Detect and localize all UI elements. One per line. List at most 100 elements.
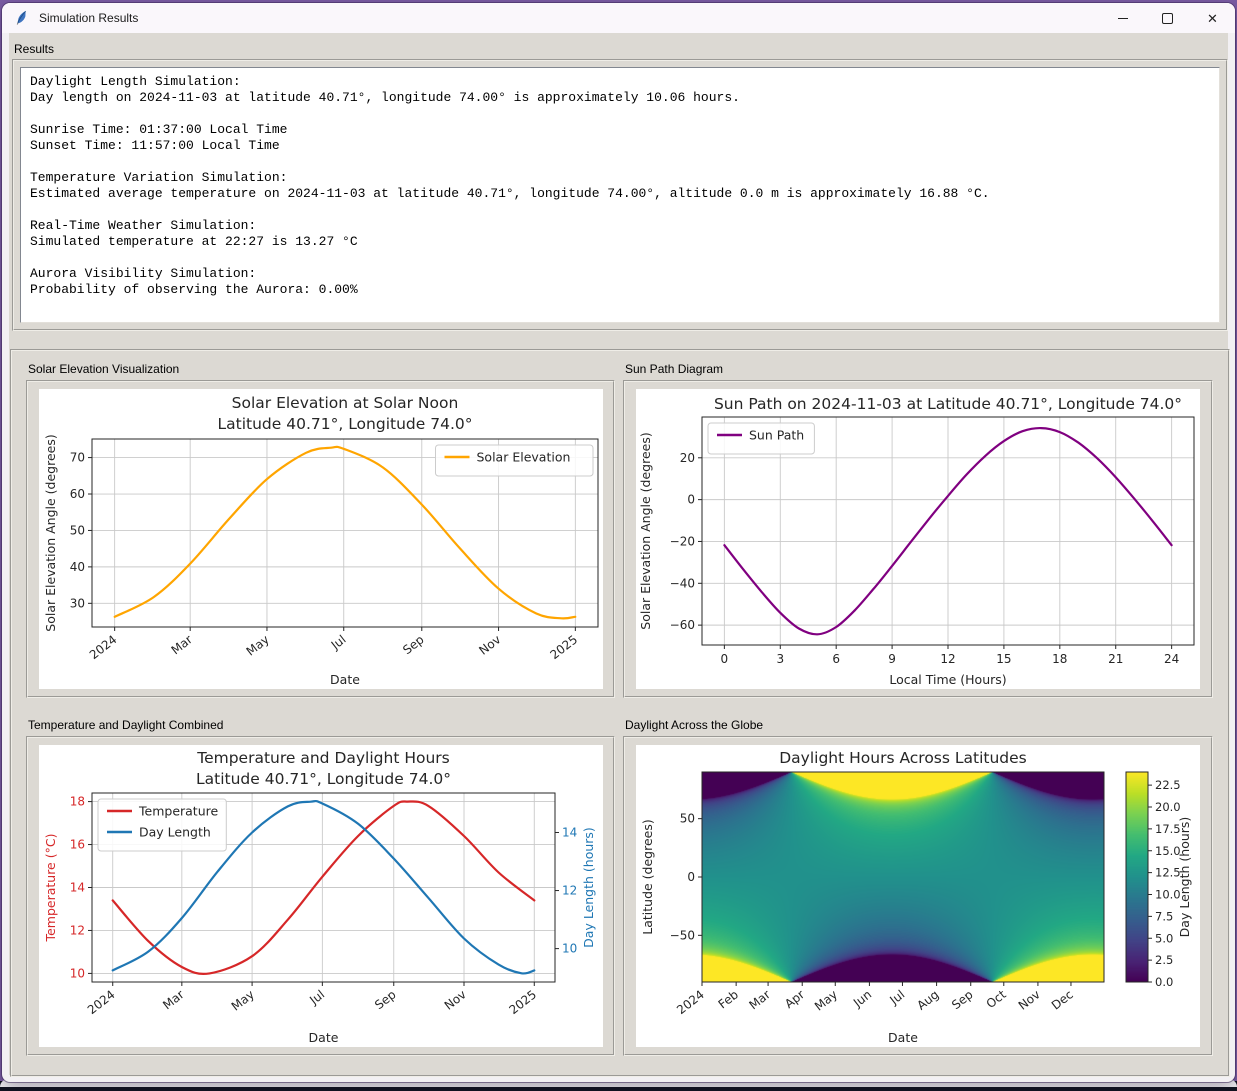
svg-text:0: 0	[721, 652, 729, 666]
svg-text:Solar Elevation: Solar Elevation	[477, 450, 571, 465]
close-icon: ✕	[1207, 12, 1218, 25]
quadrant-sun-path: 03691215182124200−20−40−60Sun Path on 20…	[623, 380, 1213, 698]
svg-text:Mar: Mar	[169, 632, 196, 657]
svg-text:15.0: 15.0	[1155, 844, 1181, 858]
svg-text:14: 14	[70, 881, 85, 895]
svg-text:2025: 2025	[547, 632, 580, 662]
svg-text:Sep: Sep	[372, 987, 398, 1012]
svg-text:Solar Elevation Angle (degrees: Solar Elevation Angle (degrees)	[638, 432, 653, 629]
svg-text:Latitude 40.71°, Longitude 74.: Latitude 40.71°, Longitude 74.0°	[218, 415, 473, 433]
svg-text:0.0: 0.0	[1155, 975, 1173, 989]
close-button[interactable]: ✕	[1190, 3, 1235, 33]
quadrant-temp-daylight: 2024MarMayJulSepNov20251012141618101214T…	[26, 736, 615, 1056]
svg-text:Mar: Mar	[160, 987, 187, 1012]
svg-text:Day Length (hours): Day Length (hours)	[1177, 817, 1192, 938]
svg-text:Date: Date	[309, 1030, 339, 1045]
minimize-icon	[1118, 18, 1128, 19]
svg-text:Jul: Jul	[306, 987, 327, 1008]
svg-text:May: May	[244, 632, 272, 658]
quadrant-caption-solar-elevation: Solar Elevation Visualization	[28, 362, 179, 376]
figure-sun-path: 03691215182124200−20−40−60Sun Path on 20…	[636, 389, 1200, 689]
svg-text:Temperature and Daylight Hours: Temperature and Daylight Hours	[196, 749, 450, 767]
app-window: Simulation Results ✕ Results Daylight Le…	[2, 3, 1235, 1082]
figure-temp-daylight: 2024MarMayJulSepNov20251012141618101214T…	[39, 745, 603, 1047]
svg-text:15: 15	[996, 652, 1011, 666]
svg-text:40: 40	[70, 560, 85, 574]
svg-text:30: 30	[70, 596, 85, 610]
svg-text:Solar Elevation at Solar Noon: Solar Elevation at Solar Noon	[232, 394, 459, 412]
svg-text:2.5: 2.5	[1155, 953, 1173, 967]
svg-text:2024: 2024	[674, 987, 707, 1017]
svg-text:0: 0	[687, 870, 695, 884]
results-frame: Daylight Length Simulation: Day length o…	[12, 59, 1228, 331]
svg-text:Daylight Hours Across Latitude: Daylight Hours Across Latitudes	[779, 749, 1027, 767]
svg-text:14: 14	[562, 825, 577, 839]
svg-text:3: 3	[776, 652, 784, 666]
results-text-area[interactable]: Daylight Length Simulation: Day length o…	[20, 67, 1220, 323]
svg-text:Sep: Sep	[949, 987, 975, 1012]
figure-solar-elevation: 2024MarMayJulSepNov20253040506070Solar E…	[39, 389, 603, 689]
quadrant-caption-temp-daylight: Temperature and Daylight Combined	[28, 718, 223, 732]
svg-text:12.5: 12.5	[1155, 866, 1181, 880]
svg-text:9: 9	[888, 652, 896, 666]
svg-text:6: 6	[832, 652, 840, 666]
titlebar[interactable]: Simulation Results ✕	[2, 3, 1235, 33]
svg-text:Solar Elevation Angle (degrees: Solar Elevation Angle (degrees)	[43, 434, 58, 631]
svg-text:16: 16	[70, 838, 85, 852]
svg-text:Temperature: Temperature	[138, 804, 218, 819]
svg-text:Day Length: Day Length	[139, 825, 211, 840]
svg-text:20: 20	[680, 451, 695, 465]
svg-text:Day Length (hours): Day Length (hours)	[581, 827, 596, 948]
svg-text:50: 50	[70, 523, 85, 537]
colorbar-canvas	[1126, 772, 1148, 982]
svg-text:Jun: Jun	[850, 987, 874, 1010]
svg-text:21: 21	[1108, 652, 1123, 666]
window-controls: ✕	[1100, 3, 1235, 33]
svg-text:Dec: Dec	[1049, 987, 1076, 1012]
charts-frame: Solar Elevation Visualization 2024MarMay…	[10, 349, 1230, 1077]
maximize-button[interactable]	[1145, 3, 1190, 33]
svg-text:70: 70	[70, 451, 85, 465]
svg-text:−50: −50	[670, 928, 695, 942]
results-frame-caption: Results	[14, 42, 54, 56]
svg-text:Latitude (degrees): Latitude (degrees)	[640, 819, 655, 935]
quadrant-caption-globe-daylight: Daylight Across the Globe	[625, 718, 763, 732]
svg-text:7.5: 7.5	[1155, 909, 1173, 923]
svg-text:May: May	[229, 987, 257, 1013]
svg-text:2024: 2024	[87, 632, 120, 662]
svg-text:50: 50	[680, 812, 695, 826]
svg-text:2024: 2024	[85, 987, 118, 1017]
svg-text:Apr: Apr	[782, 987, 807, 1011]
svg-text:12: 12	[70, 923, 85, 937]
minimize-button[interactable]	[1100, 3, 1145, 33]
svg-text:Local Time (Hours): Local Time (Hours)	[889, 672, 1006, 687]
svg-text:Nov: Nov	[1016, 987, 1043, 1012]
svg-text:Date: Date	[330, 672, 360, 687]
client-area: Results Daylight Length Simulation: Day …	[9, 33, 1228, 1075]
svg-text:10: 10	[70, 966, 85, 980]
quadrant-solar-elevation: 2024MarMayJulSepNov20253040506070Solar E…	[26, 380, 615, 698]
svg-text:Sun Path: Sun Path	[749, 428, 804, 443]
figure-globe-daylight: 2024FebMarAprMayJunJulAugSepOctNovDec500…	[636, 745, 1200, 1047]
svg-text:Sep: Sep	[400, 632, 426, 657]
svg-text:10.0: 10.0	[1155, 888, 1181, 902]
svg-text:Oct: Oct	[984, 987, 1009, 1011]
svg-text:−20: −20	[670, 534, 695, 548]
svg-text:2025: 2025	[506, 987, 539, 1017]
svg-text:0: 0	[687, 493, 695, 507]
quadrant-globe-daylight: 2024FebMarAprMayJunJulAugSepOctNovDec500…	[623, 736, 1213, 1056]
svg-text:Latitude 40.71°, Longitude 74.: Latitude 40.71°, Longitude 74.0°	[196, 770, 451, 788]
svg-text:Jul: Jul	[886, 987, 907, 1008]
svg-text:20.0: 20.0	[1155, 800, 1181, 814]
svg-text:Temperature (°C): Temperature (°C)	[43, 834, 58, 943]
svg-text:60: 60	[70, 487, 85, 501]
svg-text:22.5: 22.5	[1155, 778, 1181, 792]
svg-text:Aug: Aug	[914, 987, 941, 1012]
svg-text:−40: −40	[670, 576, 695, 590]
app-icon	[14, 10, 30, 26]
svg-text:Date: Date	[888, 1030, 918, 1045]
svg-text:18: 18	[1052, 652, 1067, 666]
svg-text:17.5: 17.5	[1155, 822, 1181, 836]
quadrant-caption-sun-path: Sun Path Diagram	[625, 362, 723, 376]
svg-text:24: 24	[1164, 652, 1179, 666]
